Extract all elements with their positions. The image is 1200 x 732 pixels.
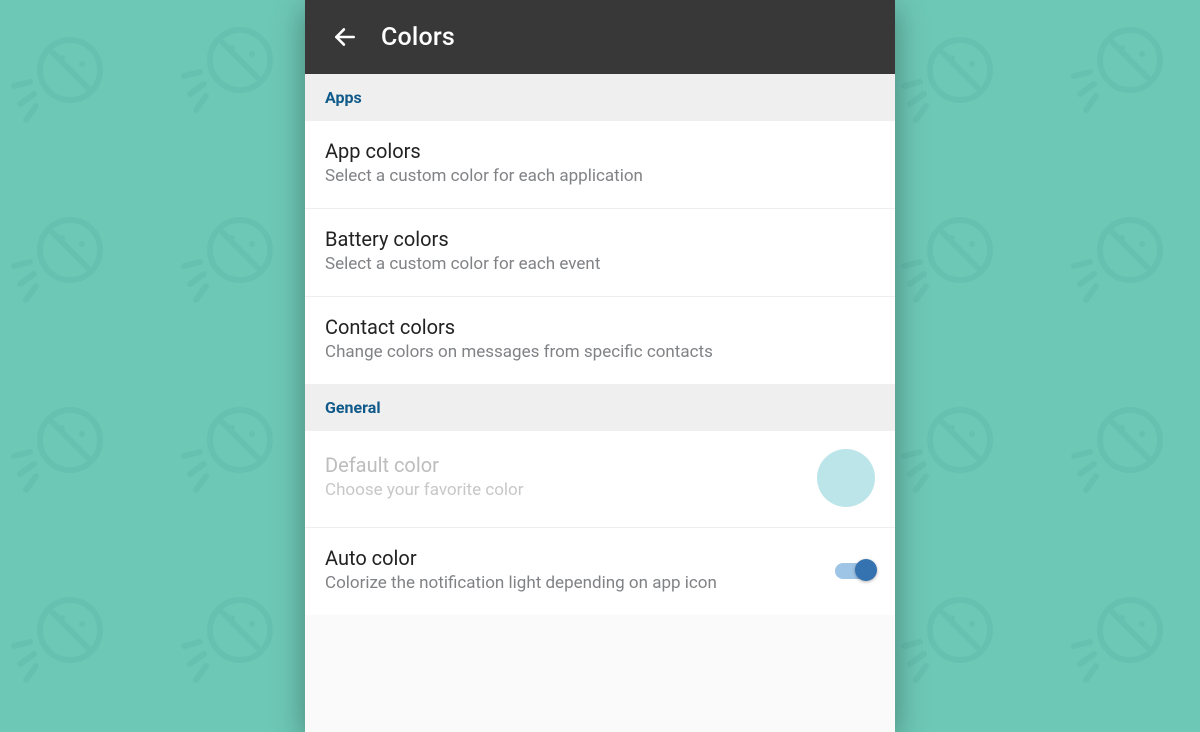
pref-contact-colors[interactable]: Contact colors Change colors on messages… [305, 297, 895, 384]
pref-title: App colors [325, 139, 875, 163]
pref-title: Battery colors [325, 227, 875, 251]
back-button[interactable] [317, 9, 373, 65]
page-title: Colors [381, 23, 455, 52]
pref-subtitle: Colorize the notification light dependin… [325, 572, 819, 595]
section-header-apps: Apps [305, 74, 895, 121]
pref-subtitle: Select a custom color for each applicati… [325, 165, 875, 188]
pref-title: Contact colors [325, 315, 875, 339]
pref-battery-colors[interactable]: Battery colors Select a custom color for… [305, 209, 895, 297]
content-scroll[interactable]: Apps App colors Select a custom color fo… [305, 74, 895, 732]
auto-color-switch[interactable] [835, 559, 875, 581]
pref-subtitle: Change colors on messages from specific … [325, 341, 875, 364]
switch-thumb-icon [855, 559, 877, 581]
section-header-general: General [305, 384, 895, 431]
pref-app-colors[interactable]: App colors Select a custom color for eac… [305, 121, 895, 209]
pref-subtitle: Select a custom color for each event [325, 253, 875, 276]
color-swatch-icon [817, 449, 875, 507]
pref-auto-color[interactable]: Auto color Colorize the notification lig… [305, 528, 895, 615]
pref-title: Default color [325, 453, 801, 477]
pref-default-color[interactable]: Default color Choose your favorite color [305, 431, 895, 528]
pref-title: Auto color [325, 546, 819, 570]
app-bar: Colors [305, 0, 895, 74]
pref-subtitle: Choose your favorite color [325, 479, 801, 502]
settings-screen: Colors Apps App colors Select a custom c… [305, 0, 895, 732]
arrow-left-icon [332, 24, 358, 50]
